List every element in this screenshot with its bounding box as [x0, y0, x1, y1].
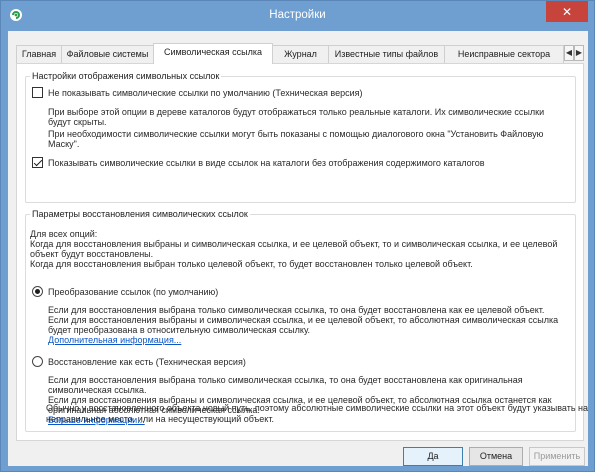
restore-note-line: неправильное место. или на несуществующи… [46, 413, 274, 424]
ok-button[interactable]: Да [403, 447, 463, 466]
tab-scroll-arrows: ◀ ▶ [564, 45, 584, 61]
convert-links-label[interactable]: Преобразование ссылок (по умолчанию) [48, 287, 218, 298]
convert-links-radio[interactable] [32, 286, 43, 297]
cancel-button[interactable]: Отмена [469, 447, 523, 466]
display-group-title: Настройки отображения символьных ссылок [30, 71, 222, 81]
hide-symlinks-desc-line: Маску". [48, 139, 80, 149]
restore-intro-line: Когда для восстановления выбран только ц… [30, 259, 473, 269]
restore-settings-group: Параметры восстановления символических с… [25, 209, 576, 432]
tab-symlink[interactable]: Символическая ссылка [153, 43, 273, 64]
window-title: Настройки [269, 9, 326, 21]
more-info-link[interactable]: Дополнительная информация... [48, 335, 181, 346]
restore-intro-line: объект будут восстановлены. [30, 249, 154, 259]
tab-scroll-right-icon[interactable]: ▶ [574, 45, 584, 61]
convert-links-desc-line: будет преобразована в относительную симв… [48, 325, 311, 335]
close-icon: ✕ [561, 4, 573, 19]
tab-main[interactable]: Главная [16, 45, 62, 63]
restore-as-is-desc-line: символическая ссылка. [48, 385, 147, 395]
restore-note: Обычно у восстановленного объекта новый … [46, 403, 589, 424]
tab-panel: Настройки отображения символьных ссылок … [16, 63, 584, 441]
title-bar[interactable]: Настройки ✕ [1, 1, 594, 31]
restore-note-line: Обычно у восстановленного объекта новый … [46, 403, 589, 413]
tab-log[interactable]: Журнал [272, 45, 329, 63]
close-button[interactable]: ✕ [546, 1, 588, 22]
hide-symlinks-label[interactable]: Не показывать символические ссылки по ум… [48, 88, 363, 99]
tab-file-systems[interactable]: Файловые системы [61, 45, 154, 63]
hide-symlinks-desc-line: При необходимости символические ссылки м… [48, 129, 544, 139]
restore-as-is-desc-line: Если для восстановления выбрана только с… [48, 375, 523, 385]
convert-links-desc-line: Если для восстановления выбраны и символ… [48, 315, 559, 325]
restore-group-title: Параметры восстановления символических с… [30, 209, 250, 219]
apply-button[interactable]: Применить [529, 447, 585, 466]
convert-links-desc-line: Если для восстановления выбрана только с… [48, 305, 545, 315]
tab-bad-sectors[interactable]: Неисправные сектора [444, 45, 564, 63]
show-symlinks-label[interactable]: Показывать символические ссылки в виде с… [48, 158, 485, 169]
tab-scroll-left-icon[interactable]: ◀ [564, 45, 574, 61]
restore-intro-line: Когда для восстановления выбраны и симво… [30, 239, 558, 249]
restore-as-is-label[interactable]: Восстановление как есть (Техническая вер… [48, 357, 246, 368]
hide-symlinks-desc-line: При выборе этой опции в дереве каталогов… [48, 107, 545, 117]
restore-as-is-radio[interactable] [32, 356, 43, 367]
dialog-client-area: Главная Файловые системы Символическая с… [8, 31, 588, 466]
restore-intro-line: Для всех опций: [30, 229, 98, 239]
tab-known-file-types[interactable]: Известные типы файлов [328, 45, 445, 63]
hide-symlinks-checkbox[interactable] [32, 87, 43, 98]
display-settings-group: Настройки отображения символьных ссылок … [25, 71, 576, 203]
tab-strip: Главная Файловые системы Символическая с… [16, 43, 584, 64]
show-symlinks-checkbox[interactable] [32, 157, 43, 168]
settings-window: Настройки ✕ Главная Файловые системы Сим… [0, 0, 595, 472]
hide-symlinks-desc-line: будут скрыты. [48, 117, 107, 127]
